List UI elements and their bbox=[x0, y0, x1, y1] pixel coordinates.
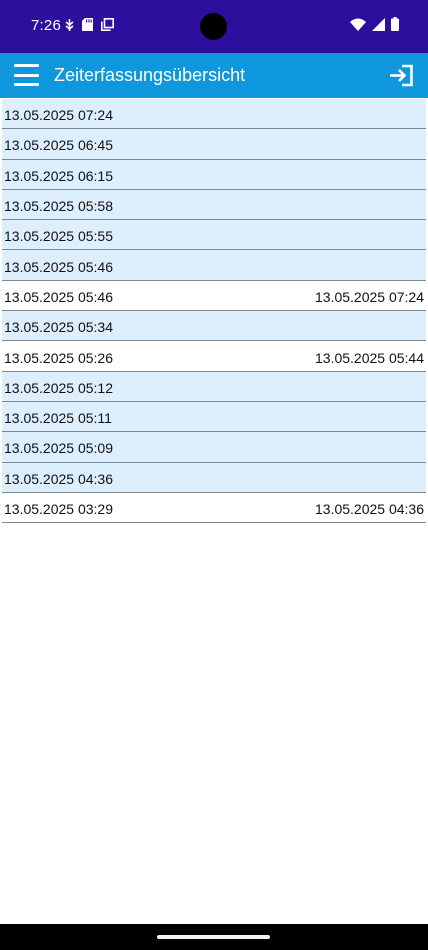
time-entry-row[interactable]: 13.05.2025 03:29 13.05.2025 04:36 bbox=[2, 492, 426, 524]
status-icons-right bbox=[350, 17, 399, 36]
time-entry-list: 13.05.2025 07:24 13.05.2025 06:45 13.05.20… bbox=[2, 99, 426, 524]
usb-debug-icon bbox=[65, 18, 74, 36]
entry-end-time: 13.05.2025 05:44 bbox=[315, 349, 424, 366]
time-entry-row[interactable]: 13.05.2025 05:26 13.05.2025 05:44 bbox=[2, 341, 426, 372]
time-entry-row[interactable]: 13.05.2025 05:11 bbox=[2, 401, 426, 433]
time-entry-row[interactable]: 13.05.2025 06:45 bbox=[2, 129, 426, 160]
signal-icon bbox=[372, 17, 385, 36]
entry-start-time: 13.05.2025 05:26 bbox=[4, 349, 113, 366]
entry-start-time: 13.05.2025 05:12 bbox=[4, 379, 113, 396]
entry-start-time: 13.05.2025 04:36 bbox=[4, 470, 113, 487]
status-time: 7:26 bbox=[31, 17, 61, 34]
sd-card-icon bbox=[82, 18, 93, 36]
time-entry-row[interactable]: 13.05.2025 05:09 bbox=[2, 432, 426, 463]
time-entry-row[interactable]: 13.05.2025 05:55 bbox=[2, 220, 426, 251]
entry-start-time: 13.05.2025 05:09 bbox=[4, 440, 113, 457]
entry-start-time: 13.05.2025 06:45 bbox=[4, 137, 113, 154]
entry-start-time: 13.05.2025 05:46 bbox=[4, 258, 113, 275]
entry-start-time: 13.05.2025 03:29 bbox=[4, 501, 113, 517]
entry-start-time: 13.05.2025 05:34 bbox=[4, 319, 113, 336]
time-entry-row[interactable]: 13.05.2025 06:15 bbox=[2, 159, 426, 190]
entry-start-time: 13.05.2025 05:58 bbox=[4, 198, 113, 215]
navigation-bar bbox=[0, 924, 428, 950]
time-entry-row[interactable]: 13.05.2025 04:36 bbox=[2, 462, 426, 493]
battery-icon bbox=[391, 17, 399, 36]
time-entry-row[interactable]: 13.05.2025 05:46 bbox=[2, 250, 426, 281]
login-icon[interactable] bbox=[389, 64, 414, 87]
entry-start-time: 13.05.2025 05:55 bbox=[4, 228, 113, 245]
entry-end-time: 13.05.2025 04:36 bbox=[315, 501, 424, 517]
entry-start-time: 13.05.2025 05:11 bbox=[4, 410, 112, 427]
copy-icon bbox=[101, 18, 114, 36]
entry-start-time: 13.05.2025 07:24 bbox=[4, 107, 113, 124]
time-entry-row[interactable]: 13.05.2025 05:34 bbox=[2, 311, 426, 342]
status-bar: 7:26 bbox=[0, 0, 428, 53]
wifi-icon bbox=[350, 18, 366, 36]
time-entry-row[interactable]: 13.05.2025 05:46 13.05.2025 07:24 bbox=[2, 280, 426, 312]
camera-cutout bbox=[200, 13, 227, 40]
entry-start-time: 13.05.2025 05:46 bbox=[4, 288, 113, 305]
entry-start-time: 13.05.2025 06:15 bbox=[4, 167, 113, 184]
entry-end-time: 13.05.2025 07:24 bbox=[315, 288, 424, 305]
time-entry-row[interactable]: 13.05.2025 05:12 bbox=[2, 371, 426, 402]
time-entry-row[interactable]: 13.05.2025 07:24 bbox=[2, 99, 426, 130]
page-title: Zeiterfassungsübersicht bbox=[54, 65, 246, 85]
status-icons-left bbox=[65, 18, 114, 36]
time-entry-row[interactable]: 13.05.2025 05:58 bbox=[2, 189, 426, 221]
hamburger-menu-icon[interactable] bbox=[14, 64, 39, 86]
app-bar: Zeiterfassungsübersicht bbox=[0, 53, 428, 98]
home-gesture-handle[interactable] bbox=[157, 935, 270, 939]
